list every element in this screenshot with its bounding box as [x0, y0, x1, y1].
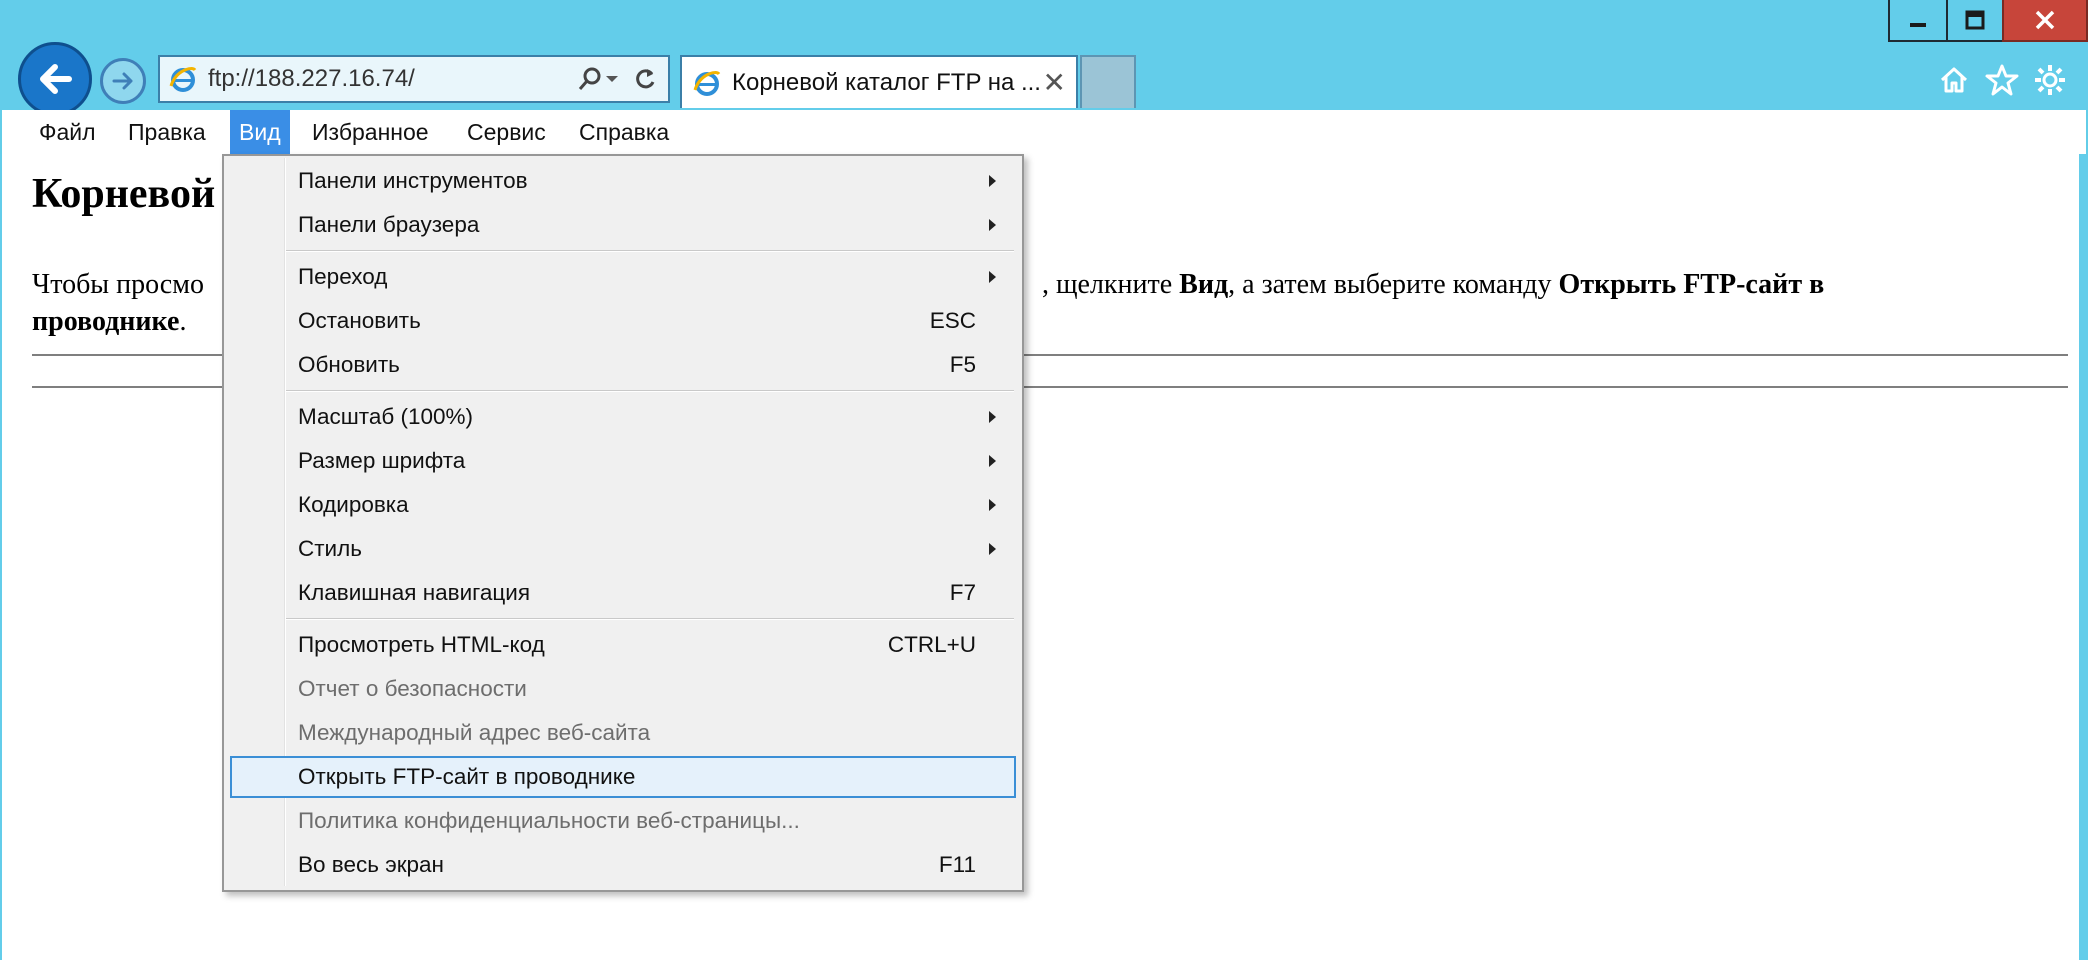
menu-item-full-screen[interactable]: Во весь экран F11: [230, 844, 1016, 886]
menu-view-label: Вид: [239, 118, 281, 145]
menu-separator: [286, 618, 1014, 620]
window-border-left: [0, 154, 2, 960]
menu-item-label: Переход: [298, 264, 388, 289]
refresh-icon[interactable]: [632, 66, 658, 92]
page-title: Корневой: [32, 171, 216, 217]
menu-item-shortcut: ESC: [929, 308, 976, 333]
menu-item-style[interactable]: Стиль: [230, 528, 1016, 570]
search-dropdown[interactable]: [576, 65, 620, 93]
menu-item-label: Стиль: [298, 536, 362, 561]
menu-item-label: Просмотреть HTML-код: [298, 632, 545, 657]
menu-item-shortcut: F11: [938, 852, 976, 877]
menu-item-caret-browsing[interactable]: Клавишная навигация F7: [230, 572, 1016, 614]
menu-edit-label: Правка: [128, 118, 206, 145]
menu-favorites[interactable]: Избранное: [303, 110, 438, 154]
home-icon[interactable]: [1934, 60, 1974, 100]
menu-item-label: Отчет о безопасности: [298, 676, 527, 701]
menu-item-encoding[interactable]: Кодировка: [230, 484, 1016, 526]
search-icon: [578, 67, 601, 90]
browser-chrome: ftp://188.227.16.74/ Корневой каталог FT…: [0, 0, 2088, 116]
menu-item-label: Открыть FTP-сайт в проводнике: [298, 764, 636, 789]
menu-item-refresh[interactable]: Обновить F5: [230, 344, 1016, 386]
minimize-icon: [1910, 23, 1926, 27]
menu-help[interactable]: Справка: [570, 110, 678, 154]
menu-favorites-label: Избранное: [312, 118, 429, 145]
submenu-arrow-icon: [989, 175, 996, 187]
menu-item-stop[interactable]: Остановить ESC: [230, 300, 1016, 342]
menu-help-label: Справка: [579, 118, 670, 145]
menu-item-label: Международный адрес веб-сайта: [298, 720, 651, 745]
forward-arrow-icon: [112, 72, 133, 90]
tab-title: Корневой каталог FTP на ...: [732, 68, 1041, 96]
minimize-button[interactable]: [1888, 0, 1946, 42]
menu-item-security-report: Отчет о безопасности: [230, 668, 1016, 710]
menu-item-label: Остановить: [298, 308, 421, 333]
menu-item-shortcut: CTRL+U: [887, 632, 976, 657]
maximize-icon: [1965, 10, 1985, 30]
submenu-arrow-icon: [989, 455, 996, 467]
submenu-arrow-icon: [989, 411, 996, 423]
menu-item-privacy-policy: Политика конфиденциальности веб-страницы…: [230, 800, 1016, 842]
close-icon: [2035, 10, 2055, 30]
ie-tab-icon: [693, 70, 721, 96]
submenu-arrow-icon: [989, 543, 996, 555]
menu-item-label: Во весь экран: [298, 852, 444, 877]
menu-item-label: Кодировка: [298, 492, 409, 517]
menu-item-view-source[interactable]: Просмотреть HTML-код CTRL+U: [230, 624, 1016, 666]
menu-tools[interactable]: Сервис: [458, 110, 555, 154]
menu-separator: [286, 390, 1014, 392]
menu-item-zoom[interactable]: Масштаб (100%): [230, 396, 1016, 438]
menu-file[interactable]: Файл: [30, 110, 105, 154]
menu-item-label: Размер шрифта: [298, 448, 466, 473]
instructions-text-mid: , щелкните: [1041, 269, 1180, 300]
instructions-bold-open: Открыть FTP-сайт в: [1558, 269, 1825, 300]
menu-item-international-address: Международный адрес веб-сайта: [230, 712, 1016, 754]
menu-bar: Файл Правка Вид Избранное Сервис Справка: [0, 110, 2088, 154]
address-input[interactable]: ftp://188.227.16.74/: [208, 65, 548, 93]
new-tab-button[interactable]: [1080, 55, 1136, 108]
instructions-bold-explorer: проводнике: [32, 306, 180, 337]
menu-item-go-to[interactable]: Переход: [230, 256, 1016, 298]
menu-item-explorer-bars[interactable]: Панели браузера: [230, 204, 1016, 246]
submenu-arrow-icon: [989, 271, 996, 283]
chevron-down-icon: [606, 76, 618, 82]
instructions-text-start: Чтобы просмо: [32, 269, 204, 300]
ie-page-icon: [169, 67, 197, 92]
menu-item-toolbars[interactable]: Панели инструментов: [230, 160, 1016, 202]
instructions-text-mid2: , а затем выберите команду: [1228, 269, 1559, 300]
menu-tools-label: Сервис: [467, 118, 546, 145]
menu-edit[interactable]: Правка: [119, 110, 215, 154]
menu-item-text-size[interactable]: Размер шрифта: [230, 440, 1016, 482]
instructions-period: .: [179, 306, 187, 337]
back-arrow-icon: [40, 64, 72, 94]
gear-icon[interactable]: [2030, 60, 2070, 100]
tab-close-icon[interactable]: ✕: [1043, 68, 1066, 97]
menu-item-label: Панели инструментов: [298, 168, 528, 193]
address-bar[interactable]: ftp://188.227.16.74/: [158, 55, 670, 103]
menu-separator: [286, 250, 1014, 252]
submenu-arrow-icon: [989, 219, 996, 231]
tab-ftp-root[interactable]: Корневой каталог FTP на ... ✕: [680, 55, 1078, 108]
favorites-star-icon[interactable]: [1982, 60, 2022, 100]
menu-file-label: Файл: [39, 118, 96, 145]
menu-view[interactable]: Вид: [230, 110, 290, 154]
close-button[interactable]: [2002, 0, 2088, 42]
menu-item-label: Обновить: [298, 352, 400, 377]
back-button[interactable]: [18, 42, 92, 116]
menu-item-open-ftp-in-explorer[interactable]: Открыть FTP-сайт в проводнике: [230, 756, 1016, 798]
menu-item-label: Политика конфиденциальности веб-страницы…: [298, 808, 800, 833]
menu-item-shortcut: F7: [949, 580, 976, 605]
submenu-arrow-icon: [989, 499, 996, 511]
menu-item-shortcut: F5: [949, 352, 976, 377]
view-menu-dropdown: Панели инструментов Панели браузера Пере…: [222, 154, 1024, 892]
window-border-right: [2079, 154, 2088, 960]
menu-item-label: Клавишная навигация: [298, 580, 531, 605]
menu-item-label: Панели браузера: [298, 212, 480, 237]
forward-button[interactable]: [100, 58, 146, 104]
maximize-button[interactable]: [1946, 0, 2002, 42]
instructions-bold-view: Вид: [1179, 269, 1229, 300]
menu-item-label: Масштаб (100%): [298, 404, 474, 429]
